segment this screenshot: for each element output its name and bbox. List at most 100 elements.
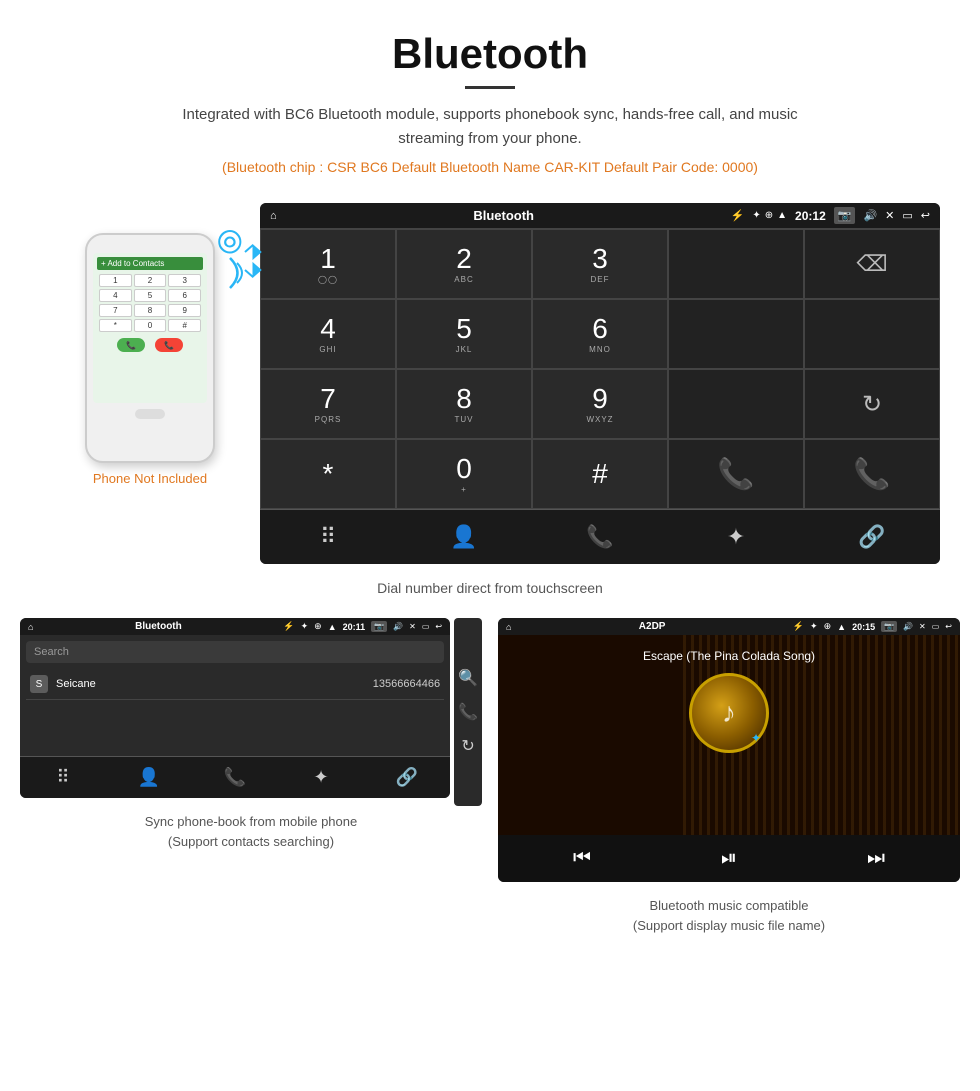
bt-symbol [241, 243, 265, 284]
dial-key-3[interactable]: 3 DEF [532, 229, 668, 299]
phone-key-3: 3 [168, 274, 201, 287]
bottom-panels: ⌂ Bluetooth ⚡ ✦ ⊕ ▲ 20:11 📷 🔊 ✕ ▭ ↩ [20, 618, 960, 935]
pb-close-icon: ✕ [409, 622, 416, 631]
phonebook-panel: ⌂ Bluetooth ⚡ ✦ ⊕ ▲ 20:11 📷 🔊 ✕ ▭ ↩ [20, 618, 482, 935]
music-song-title: Escape (The Pina Colada Song) [643, 649, 815, 663]
dial-key-hash[interactable]: # [532, 439, 668, 509]
pb-refresh-icon[interactable]: ↻ [458, 736, 478, 756]
dial-key-0[interactable]: 0 + [396, 439, 532, 509]
dial-key-call-red[interactable]: 📞 [804, 439, 940, 509]
pb-camera-icon: 📷 [371, 621, 387, 632]
dial-key-redial[interactable]: ↻ [804, 369, 940, 439]
status-wifi-icon: ▲ [777, 210, 787, 221]
status-back-icon: ↩ [921, 209, 930, 222]
status-home-icon: ⌂ [270, 210, 277, 222]
call-red-icon: 📞 [853, 457, 890, 492]
phone-key-9: 9 [168, 304, 201, 317]
dial-num-7: 7 [320, 385, 336, 413]
pb-search-icon[interactable]: 🔍 [458, 668, 478, 688]
dial-key-4[interactable]: 4 GHI [260, 299, 396, 369]
pb-wifi-icon: ▲ [328, 622, 337, 632]
page-header: Bluetooth Integrated with BC6 Bluetooth … [0, 0, 980, 203]
status-volume-icon: 🔊 [863, 209, 877, 222]
pb-call-side-icon[interactable]: 📞 [458, 702, 478, 722]
phonebook-status-bar: ⌂ Bluetooth ⚡ ✦ ⊕ ▲ 20:11 📷 🔊 ✕ ▭ ↩ [20, 618, 450, 635]
phone-key-8: 8 [134, 304, 167, 317]
pb-loc-icon: ⊕ [314, 621, 322, 632]
call-green-icon: 📞 [717, 457, 754, 492]
dial-key-backspace[interactable]: ⌫ [804, 229, 940, 299]
pb-tool-dialpad[interactable]: ⠿ [20, 757, 106, 798]
phone-illustration: ⦾ [40, 203, 260, 486]
dialpad-status-title: Bluetooth [285, 208, 723, 223]
phone-key-4: 4 [99, 289, 132, 302]
dial-num-5: 5 [456, 315, 472, 343]
dial-key-call-green[interactable]: 📞 [668, 439, 804, 509]
toolbar-dialpad-icon[interactable]: ⠿ [260, 510, 396, 564]
entry-number: 13566664466 [373, 678, 440, 690]
status-time: 20:12 [795, 209, 826, 223]
phone-call-green: 📞 [117, 338, 145, 352]
dial-key-empty-2 [668, 299, 804, 369]
top-section: ⦾ [20, 203, 960, 564]
redial-icon: ↻ [862, 390, 882, 419]
dial-num-hash: # [592, 460, 608, 488]
pb-tool-link[interactable]: 🔗 [364, 757, 450, 798]
music-window-icon: ▭ [932, 622, 940, 631]
pb-status-title: Bluetooth [39, 621, 277, 632]
entry-name: Seicane [56, 678, 373, 690]
toolbar-call-icon[interactable]: 📞 [532, 510, 668, 564]
phone-key-hash: # [168, 319, 201, 332]
phonebook-search-bar[interactable]: Search [26, 641, 444, 663]
music-play-pause-button[interactable]: ⏯ [721, 847, 737, 870]
pb-tool-bt[interactable]: ✦ [278, 757, 364, 798]
pb-bt-icon: ✦ [301, 621, 309, 632]
pb-tool-call[interactable]: 📞 [192, 757, 278, 798]
dial-key-5[interactable]: 5 JKL [396, 299, 532, 369]
dial-sub-8: TUV [455, 415, 474, 424]
dial-num-0: 0 [456, 455, 472, 483]
search-placeholder: Search [34, 646, 69, 658]
dial-key-6[interactable]: 6 MNO [532, 299, 668, 369]
toolbar-contacts-icon[interactable]: 👤 [396, 510, 532, 564]
music-panel: ⌂ A2DP ⚡ ✦ ⊕ ▲ 20:15 📷 🔊 ✕ ▭ ↩ Escape (T… [498, 618, 960, 935]
music-bt-overlay-icon: ✦ [751, 731, 761, 745]
phone-call-red: 📞 [155, 338, 183, 352]
phonebook-screen: ⌂ Bluetooth ⚡ ✦ ⊕ ▲ 20:11 📷 🔊 ✕ ▭ ↩ [20, 618, 450, 798]
dial-sub-1: ◯◯ [318, 275, 338, 284]
phone-screen-header: + Add to Contacts [97, 257, 203, 270]
toolbar-bt-icon[interactable]: ✦ [668, 510, 804, 564]
dial-key-star[interactable]: * [260, 439, 396, 509]
entry-letter: S [30, 675, 48, 693]
phone-keypad: 1 2 3 4 5 6 7 8 9 * 0 # [99, 274, 201, 332]
phonebook-spacer [20, 706, 450, 756]
music-next-button[interactable]: ⏭ [867, 847, 885, 870]
dial-key-1[interactable]: 1 ◯◯ [260, 229, 396, 299]
music-album-row: ♪ ✦ [689, 673, 769, 753]
music-prev-button[interactable]: ⏮ [573, 847, 591, 870]
pb-tool-contacts[interactable]: 👤 [106, 757, 192, 798]
dialpad-status-bar: ⌂ Bluetooth ⚡ ✦ ⊕ ▲ 20:12 📷 🔊 ✕ ▭ ↩ [260, 203, 940, 228]
dial-sub-5: JKL [456, 345, 473, 354]
music-camera-icon: 📷 [881, 621, 897, 632]
music-status-bar: ⌂ A2DP ⚡ ✦ ⊕ ▲ 20:15 📷 🔊 ✕ ▭ ↩ [498, 618, 960, 635]
dial-key-7[interactable]: 7 PQRS [260, 369, 396, 439]
music-caption: Bluetooth music compatible(Support displ… [633, 896, 825, 935]
music-back-icon: ↩ [945, 622, 952, 631]
backspace-icon: ⌫ [856, 251, 887, 277]
dial-sub-9: WXYZ [586, 415, 613, 424]
music-home-icon: ⌂ [506, 622, 511, 632]
status-loc-icon: ⊕ [765, 210, 773, 221]
chip-info: (Bluetooth chip : CSR BC6 Default Blueto… [20, 159, 960, 175]
pb-volume-icon: 🔊 [393, 622, 403, 631]
music-close-icon: ✕ [919, 622, 926, 631]
toolbar-link-icon[interactable]: 🔗 [804, 510, 940, 564]
dial-key-2[interactable]: 2 ABC [396, 229, 532, 299]
music-bt-icon: ✦ [810, 621, 818, 632]
phone-key-6: 6 [168, 289, 201, 302]
dial-key-8[interactable]: 8 TUV [396, 369, 532, 439]
dial-key-9[interactable]: 9 WXYZ [532, 369, 668, 439]
dialpad-grid: 1 ◯◯ 2 ABC 3 DEF ⌫ 4 GHI [260, 228, 940, 509]
pb-window-icon: ▭ [422, 622, 430, 631]
status-bt-icon: ✦ [752, 210, 760, 221]
